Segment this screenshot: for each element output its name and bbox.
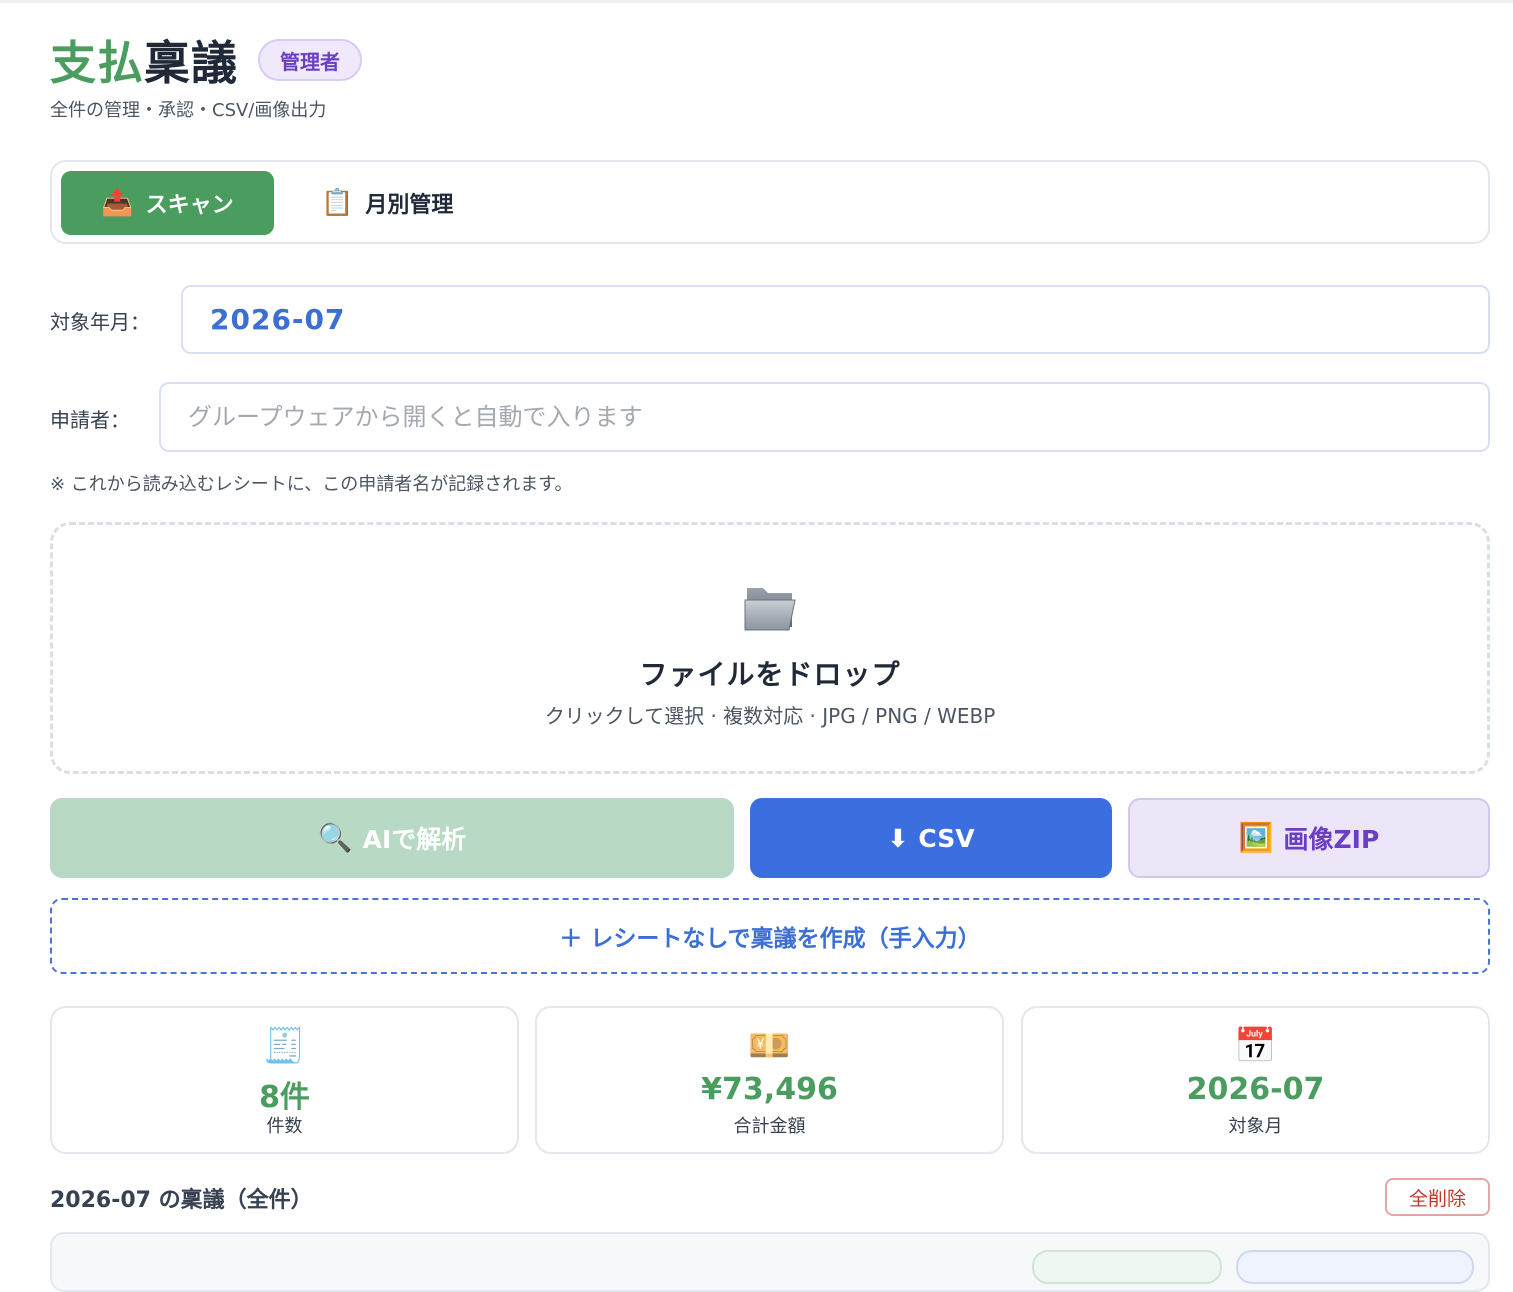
dropzone-subtitle: クリックして選択 · 複数対応 · JPG / PNG / WEBP xyxy=(544,704,996,728)
stat-count-value: 8件 xyxy=(259,1080,310,1115)
dropzone-title: ファイルをドロップ xyxy=(639,658,901,691)
stat-card-month: 📅 2026-07 対象月 xyxy=(1021,1006,1490,1154)
calendar-icon: 📅 xyxy=(1234,1026,1277,1066)
ai-analyze-button[interactable]: 🔍 AIで解析 xyxy=(50,798,734,878)
framed-picture-icon: 🖼️ xyxy=(1238,821,1274,854)
tab-scan-label: スキャン xyxy=(145,193,234,218)
inbox-tray-icon: 📤 xyxy=(101,188,134,218)
applicant-input[interactable] xyxy=(186,402,1488,432)
delete-all-button[interactable]: 全削除 xyxy=(1385,1178,1490,1216)
manual-create-label: ＋ レシートなしで稟議を作成（手入力） xyxy=(559,926,981,952)
image-zip-label: 画像ZIP xyxy=(1283,825,1380,854)
status-pill xyxy=(1236,1250,1474,1284)
page: 支払 稟議 管理者 全件の管理・承認・CSV/画像出力 📤 スキャン 📋 月別管理… xyxy=(50,0,1490,1292)
yen-banknote-icon: 💴 xyxy=(748,1026,791,1066)
page-subtitle: 全件の管理・承認・CSV/画像出力 xyxy=(50,100,327,121)
csv-download-label: CSV xyxy=(918,823,975,853)
tab-bar: 📤 スキャン 📋 月別管理 xyxy=(50,160,1490,244)
clipboard-icon: 📋 xyxy=(321,188,354,218)
tab-monthly[interactable]: 📋 月別管理 xyxy=(317,171,517,235)
receipt-icon: 🧾 xyxy=(263,1026,306,1066)
role-badge: 管理者 xyxy=(258,39,362,81)
list-title: 2026-07 の稟議（全件） xyxy=(50,1188,313,1213)
header: 支払 稟議 管理者 xyxy=(50,30,362,90)
title-part-1: 支払 xyxy=(50,36,144,90)
stat-card-count: 🧾 8件 件数 xyxy=(50,1006,519,1154)
image-zip-button[interactable]: 🖼️ 画像ZIP xyxy=(1128,798,1490,878)
stat-total-label: 合計金額 xyxy=(733,1116,806,1137)
title-part-2: 稟議 xyxy=(144,36,238,90)
folder-icon xyxy=(744,588,796,631)
file-dropzone[interactable]: ファイルをドロップ クリックして選択 · 複数対応 · JPG / PNG / … xyxy=(50,522,1490,774)
stat-total-value: ¥73,496 xyxy=(701,1072,838,1107)
list-item[interactable] xyxy=(50,1232,1490,1292)
ai-analyze-label: AIで解析 xyxy=(362,825,467,854)
page-title: 支払 稟議 xyxy=(50,27,238,93)
month-field[interactable] xyxy=(181,285,1490,354)
stat-month-label: 対象月 xyxy=(1228,1116,1283,1137)
stat-count-label: 件数 xyxy=(266,1116,303,1137)
tab-scan[interactable]: 📤 スキャン xyxy=(61,171,274,235)
applicant-label: 申請者： xyxy=(50,408,130,432)
month-input[interactable] xyxy=(208,302,1488,337)
stat-month-value: 2026-07 xyxy=(1186,1072,1325,1107)
manual-create-button[interactable]: ＋ レシートなしで稟議を作成（手入力） xyxy=(50,898,1490,974)
applicant-note: ※ これから読み込むレシートに、この申請者名が記録されます。 xyxy=(50,474,573,495)
stat-card-total: 💴 ¥73,496 合計金額 xyxy=(535,1006,1004,1154)
magnifier-icon: 🔍 xyxy=(317,821,353,854)
month-label: 対象年月： xyxy=(50,310,150,334)
csv-download-button[interactable]: ⬇ CSV xyxy=(750,798,1112,878)
status-pill xyxy=(1032,1250,1222,1284)
applicant-field[interactable] xyxy=(159,382,1490,452)
download-arrow-icon: ⬇ xyxy=(887,823,909,853)
tab-monthly-label: 月別管理 xyxy=(365,193,454,218)
